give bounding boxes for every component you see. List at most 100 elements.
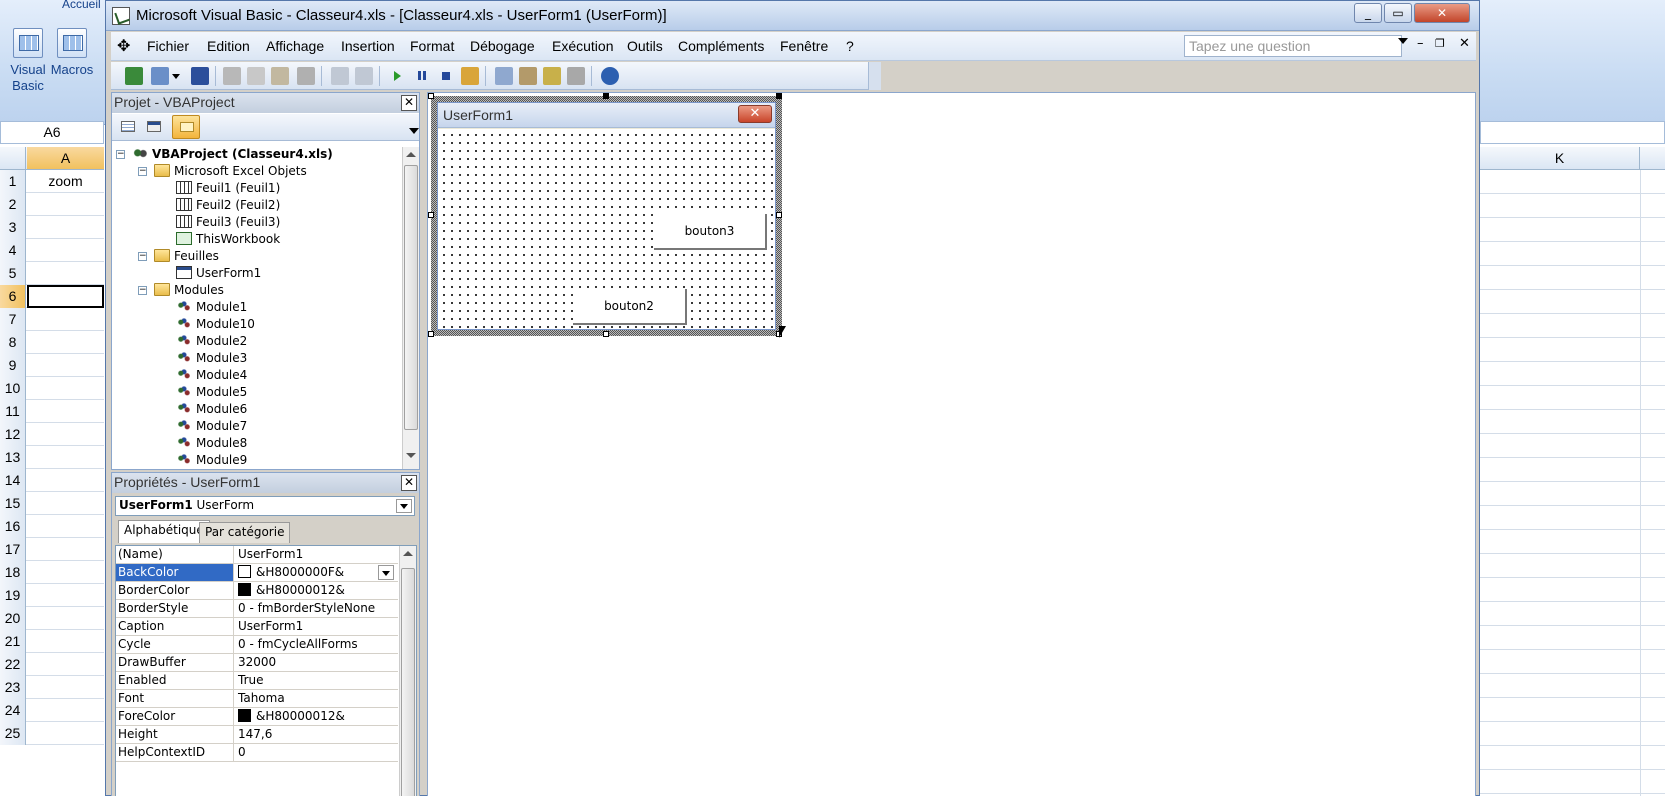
cell-a[interactable] <box>27 354 104 377</box>
tree-folder-excel-objects[interactable]: Microsoft Excel Objets <box>154 163 307 180</box>
cell-a[interactable] <box>27 630 104 653</box>
cell-a[interactable] <box>27 331 104 354</box>
macros-button[interactable]: Macros <box>44 28 100 78</box>
cell-a[interactable] <box>27 722 104 745</box>
property-row[interactable]: ForeColor &H80000012& <box>116 708 398 726</box>
cell-a[interactable] <box>27 676 104 699</box>
cut-icon[interactable] <box>223 67 241 85</box>
run-icon[interactable] <box>389 67 407 85</box>
row-header[interactable]: 17 <box>0 538 26 561</box>
menu-format[interactable]: Format <box>410 38 454 54</box>
row-header[interactable]: 1 <box>0 170 26 193</box>
properties-icon[interactable] <box>519 67 537 85</box>
maximize-button[interactable]: ▭ <box>1384 3 1412 23</box>
undo-icon[interactable] <box>331 67 349 85</box>
property-value[interactable]: &H8000000F& <box>235 564 398 581</box>
cell-a[interactable] <box>27 492 104 515</box>
menu-debogage[interactable]: Débogage <box>470 38 535 54</box>
row-header[interactable]: 20 <box>0 607 26 630</box>
cell-a[interactable] <box>27 193 104 216</box>
property-value[interactable]: UserForm1 <box>235 618 398 635</box>
object-selector[interactable]: UserForm1 UserForm <box>115 496 415 516</box>
cell-a[interactable] <box>27 216 104 239</box>
form-designer-area[interactable]: UserForm1 ✕ bouton3 bouton2 <box>427 92 1476 796</box>
property-row[interactable]: DrawBuffer 32000 <box>116 654 398 672</box>
tree-item-module[interactable]: Module9 <box>176 452 247 467</box>
property-row[interactable]: Height 147,6 <box>116 726 398 744</box>
properties-panel-close-icon[interactable]: ✕ <box>401 475 417 491</box>
insert-dropdown-icon[interactable] <box>171 67 181 85</box>
property-value[interactable]: 0 <box>235 744 398 761</box>
tree-item-module[interactable]: Module7 <box>176 418 247 435</box>
row-header[interactable]: 10 <box>0 377 26 400</box>
view-excel-icon[interactable] <box>125 67 143 85</box>
tree-collapse-icon[interactable]: − <box>138 167 147 176</box>
minimize-button[interactable]: _ <box>1354 3 1382 23</box>
bouton3-button[interactable]: bouton3 <box>654 214 767 250</box>
cell-a[interactable] <box>27 400 104 423</box>
tree-item-module[interactable]: Module3 <box>176 350 247 367</box>
row-header[interactable]: 9 <box>0 354 26 377</box>
cell-a[interactable] <box>27 377 104 400</box>
cell-a[interactable] <box>27 262 104 285</box>
property-value[interactable]: 32000 <box>235 654 398 671</box>
tab-alphabetique[interactable]: Alphabétique <box>118 520 210 543</box>
save-icon[interactable] <box>191 67 209 85</box>
view-object-icon[interactable] <box>144 117 166 137</box>
mdi-restore-icon[interactable]: ❐ <box>1435 37 1445 50</box>
menu-affichage[interactable]: Affichage <box>266 38 324 54</box>
row-header[interactable]: 8 <box>0 331 26 354</box>
design-mode-icon[interactable] <box>461 67 479 85</box>
sheet-grid-right[interactable] <box>1480 170 1665 796</box>
tree-item-module[interactable]: Module5 <box>176 384 247 401</box>
row-header[interactable]: 3 <box>0 216 26 239</box>
row-header[interactable]: 25 <box>0 722 26 745</box>
formula-bar[interactable] <box>1480 121 1665 144</box>
tree-item-module[interactable]: Module1 <box>176 299 247 316</box>
project-panel-close-icon[interactable]: ✕ <box>401 95 417 111</box>
userform-canvas[interactable]: bouton3 bouton2 <box>438 129 775 329</box>
find-icon[interactable] <box>297 67 315 85</box>
menu-complements[interactable]: Compléments <box>678 38 764 54</box>
row-header[interactable]: 14 <box>0 469 26 492</box>
row-header[interactable]: 21 <box>0 630 26 653</box>
scroll-up-icon[interactable] <box>406 152 416 157</box>
property-value[interactable]: Tahoma <box>235 690 398 707</box>
row-header[interactable]: 7 <box>0 308 26 331</box>
property-row[interactable]: Caption UserForm1 <box>116 618 398 636</box>
stop-icon[interactable] <box>437 67 455 85</box>
vbe-title-bar[interactable]: Microsoft Visual Basic - Classeur4.xls -… <box>106 1 1479 31</box>
copy-icon[interactable] <box>247 67 265 85</box>
cell-a[interactable] <box>27 239 104 262</box>
cell-a[interactable] <box>27 584 104 607</box>
tab-par-categorie[interactable]: Par catégorie <box>199 522 291 543</box>
tree-item-sheet[interactable]: Feuil1 (Feuil1) <box>176 180 280 197</box>
insert-userform-icon[interactable] <box>151 67 169 85</box>
scroll-down-icon[interactable] <box>406 453 416 458</box>
project-explorer-icon[interactable] <box>495 67 513 85</box>
pause-icon[interactable] <box>413 67 431 85</box>
resize-handle-bottom[interactable] <box>603 331 609 337</box>
vba-menu-icon[interactable]: ✥ <box>117 36 130 56</box>
tree-item-module[interactable]: Module8 <box>176 435 247 452</box>
ask-question-input[interactable] <box>1184 35 1402 57</box>
tree-item-sheet[interactable]: Feuil3 (Feuil3) <box>176 214 280 231</box>
tree-item-thisworkbook[interactable]: ThisWorkbook <box>176 231 280 248</box>
tree-project-root[interactable]: VBAProject (Classeur4.xls) <box>132 146 333 163</box>
property-value[interactable]: &H80000012& <box>235 582 398 599</box>
select-all-corner[interactable] <box>0 147 26 169</box>
property-row[interactable]: HelpContextID 0 <box>116 744 398 762</box>
properties-scrollbar[interactable] <box>399 546 416 796</box>
tree-item-module[interactable]: Module6 <box>176 401 247 418</box>
property-value[interactable]: 147,6 <box>235 726 398 743</box>
object-browser-icon[interactable] <box>543 67 561 85</box>
tree-collapse-icon[interactable]: − <box>138 286 147 295</box>
tree-item-module[interactable]: Module10 <box>176 316 255 333</box>
row-header[interactable]: 12 <box>0 423 26 446</box>
cell-a[interactable] <box>27 469 104 492</box>
toolbox-icon[interactable] <box>567 67 585 85</box>
property-value[interactable]: UserForm1 <box>235 546 398 563</box>
object-selector-dropdown-icon[interactable] <box>396 499 412 513</box>
property-value[interactable]: True <box>235 672 398 689</box>
toolbar-options-icon[interactable] <box>868 62 881 90</box>
